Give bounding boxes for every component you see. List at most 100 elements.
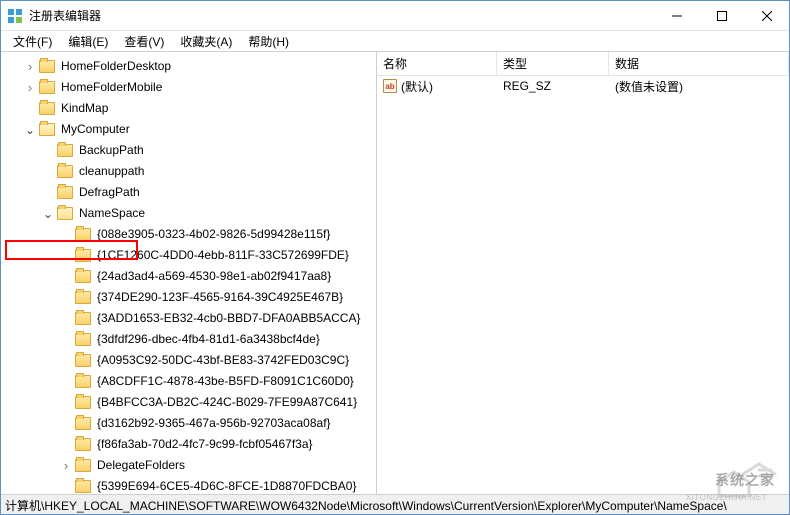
folder-icon bbox=[75, 270, 91, 283]
tree-item-label: {24ad3ad4-a569-4530-98e1-ab02f9417aa8} bbox=[95, 266, 333, 287]
expander-icon bbox=[59, 438, 73, 452]
expander-icon[interactable] bbox=[23, 60, 37, 74]
tree-item-label: KindMap bbox=[59, 98, 110, 119]
app-icon bbox=[7, 8, 23, 24]
tree-pane[interactable]: HomeFolderDesktopHomeFolderMobileKindMap… bbox=[1, 52, 377, 494]
expander-icon bbox=[59, 249, 73, 263]
tree-item[interactable]: HomeFolderDesktop bbox=[1, 56, 376, 77]
menu-file[interactable]: 文件(F) bbox=[5, 31, 60, 52]
folder-icon bbox=[75, 228, 91, 241]
folder-icon bbox=[75, 459, 91, 472]
folder-icon bbox=[57, 186, 73, 199]
expander-icon[interactable] bbox=[23, 123, 37, 137]
tree-item-label: MyComputer bbox=[59, 119, 132, 140]
tree-item[interactable]: {A0953C92-50DC-43bf-BE83-3742FED03C9C} bbox=[1, 350, 376, 371]
status-path: 计算机\HKEY_LOCAL_MACHINE\SOFTWARE\WOW6432N… bbox=[5, 499, 727, 513]
expander-icon bbox=[59, 480, 73, 494]
folder-icon bbox=[57, 144, 73, 157]
expander-icon bbox=[23, 102, 37, 116]
tree-item-label: DefragPath bbox=[77, 182, 142, 203]
tree-item[interactable]: DefragPath bbox=[1, 182, 376, 203]
expander-icon bbox=[41, 165, 55, 179]
window-title: 注册表编辑器 bbox=[29, 7, 654, 24]
tree-item-label: {A0953C92-50DC-43bf-BE83-3742FED03C9C} bbox=[95, 350, 351, 371]
expander-icon bbox=[41, 186, 55, 200]
tree-item-label: {3ADD1653-EB32-4cb0-BBD7-DFA0ABB5ACCA} bbox=[95, 308, 362, 329]
tree-item-label: {1CF1260C-4DD0-4ebb-811F-33C572699FDE} bbox=[95, 245, 351, 266]
tree-item[interactable]: {3ADD1653-EB32-4cb0-BBD7-DFA0ABB5ACCA} bbox=[1, 308, 376, 329]
column-data[interactable]: 数据 bbox=[609, 52, 789, 75]
tree-item[interactable]: {3dfdf296-dbec-4fb4-81d1-6a3438bcf4de} bbox=[1, 329, 376, 350]
tree-item-label: HomeFolderMobile bbox=[59, 77, 164, 98]
tree-item[interactable]: KindMap bbox=[1, 98, 376, 119]
tree-item[interactable]: {5399E694-6CE5-4D6C-8FCE-1D8870FDCBA0} bbox=[1, 476, 376, 494]
expander-icon[interactable] bbox=[59, 459, 73, 473]
registry-tree: HomeFolderDesktopHomeFolderMobileKindMap… bbox=[1, 56, 376, 494]
folder-icon bbox=[39, 60, 55, 73]
tree-item[interactable]: {374DE290-123F-4565-9164-39C4925E467B} bbox=[1, 287, 376, 308]
folder-icon bbox=[39, 81, 55, 94]
folder-icon bbox=[75, 291, 91, 304]
expander-icon bbox=[59, 228, 73, 242]
tree-item[interactable]: {1CF1260C-4DD0-4ebb-811F-33C572699FDE} bbox=[1, 245, 376, 266]
folder-icon bbox=[57, 165, 73, 178]
value-name: (默认) bbox=[401, 78, 433, 95]
tree-item-label: {374DE290-123F-4565-9164-39C4925E467B} bbox=[95, 287, 345, 308]
value-row[interactable]: ab (默认) REG_SZ (数值未设置) bbox=[377, 76, 789, 96]
folder-icon bbox=[75, 312, 91, 325]
expander-icon bbox=[59, 354, 73, 368]
folder-icon bbox=[75, 249, 91, 262]
close-button[interactable] bbox=[744, 1, 789, 30]
folder-icon bbox=[39, 123, 55, 136]
menu-favorites[interactable]: 收藏夹(A) bbox=[172, 31, 240, 52]
tree-item[interactable]: {24ad3ad4-a569-4530-98e1-ab02f9417aa8} bbox=[1, 266, 376, 287]
expander-icon[interactable] bbox=[23, 81, 37, 95]
tree-item[interactable]: BackupPath bbox=[1, 140, 376, 161]
folder-icon bbox=[75, 333, 91, 346]
value-data: (数值未设置) bbox=[609, 78, 789, 95]
tree-item[interactable]: cleanuppath bbox=[1, 161, 376, 182]
window-controls bbox=[654, 1, 789, 30]
folder-icon bbox=[75, 396, 91, 409]
folder-icon bbox=[75, 417, 91, 430]
minimize-button[interactable] bbox=[654, 1, 699, 30]
expander-icon bbox=[59, 291, 73, 305]
tree-item[interactable]: NameSpace bbox=[1, 203, 376, 224]
string-value-icon: ab bbox=[383, 79, 397, 93]
tree-item[interactable]: MyComputer bbox=[1, 119, 376, 140]
tree-item[interactable]: DelegateFolders bbox=[1, 455, 376, 476]
menu-edit[interactable]: 编辑(E) bbox=[60, 31, 116, 52]
tree-item-label: {d3162b92-9365-467a-956b-92703aca08af} bbox=[95, 413, 333, 434]
tree-item[interactable]: {d3162b92-9365-467a-956b-92703aca08af} bbox=[1, 413, 376, 434]
tree-item-label: {3dfdf296-dbec-4fb4-81d1-6a3438bcf4de} bbox=[95, 329, 322, 350]
folder-icon bbox=[39, 102, 55, 115]
tree-item[interactable]: {088e3905-0323-4b02-9826-5d99428e115f} bbox=[1, 224, 376, 245]
tree-item-label: BackupPath bbox=[77, 140, 146, 161]
tree-item-label: {5399E694-6CE5-4D6C-8FCE-1D8870FDCBA0} bbox=[95, 476, 358, 494]
expander-icon bbox=[59, 333, 73, 347]
tree-item-label: {B4BFCC3A-DB2C-424C-B029-7FE99A87C641} bbox=[95, 392, 359, 413]
column-name[interactable]: 名称 bbox=[377, 52, 497, 75]
expander-icon bbox=[59, 396, 73, 410]
tree-item[interactable]: {B4BFCC3A-DB2C-424C-B029-7FE99A87C641} bbox=[1, 392, 376, 413]
column-type[interactable]: 类型 bbox=[497, 52, 609, 75]
tree-item-label: cleanuppath bbox=[77, 161, 146, 182]
expander-icon bbox=[59, 270, 73, 284]
expander-icon[interactable] bbox=[41, 207, 55, 221]
menu-help[interactable]: 帮助(H) bbox=[240, 31, 297, 52]
tree-item-label: NameSpace bbox=[77, 203, 147, 224]
expander-icon bbox=[41, 144, 55, 158]
tree-item-label: {088e3905-0323-4b02-9826-5d99428e115f} bbox=[95, 224, 332, 245]
tree-item[interactable]: HomeFolderMobile bbox=[1, 77, 376, 98]
menu-bar: 文件(F) 编辑(E) 查看(V) 收藏夹(A) 帮助(H) bbox=[1, 31, 789, 51]
expander-icon bbox=[59, 417, 73, 431]
menu-view[interactable]: 查看(V) bbox=[116, 31, 172, 52]
value-name-cell: ab (默认) bbox=[377, 78, 497, 95]
main-area: HomeFolderDesktopHomeFolderMobileKindMap… bbox=[1, 51, 789, 494]
values-pane[interactable]: 名称 类型 数据 ab (默认) REG_SZ (数值未设置) bbox=[377, 52, 789, 494]
tree-item[interactable]: {A8CDFF1C-4878-43be-B5FD-F8091C1C60D0} bbox=[1, 371, 376, 392]
tree-item[interactable]: {f86fa3ab-70d2-4fc7-9c99-fcbf05467f3a} bbox=[1, 434, 376, 455]
folder-icon bbox=[75, 375, 91, 388]
maximize-button[interactable] bbox=[699, 1, 744, 30]
folder-icon bbox=[75, 354, 91, 367]
